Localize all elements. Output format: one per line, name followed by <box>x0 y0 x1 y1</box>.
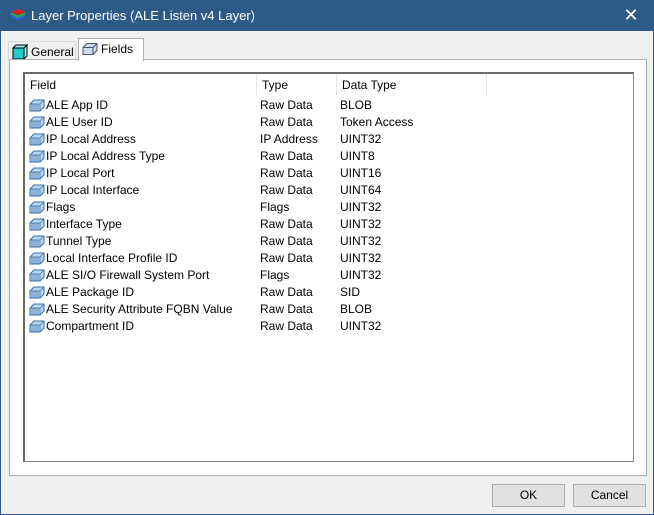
tab-label: General <box>31 45 74 59</box>
field-data-type: UINT8 <box>340 149 375 163</box>
table-row[interactable]: IP Local Interface Raw Data UINT64 <box>25 182 633 199</box>
field-name: ALE SI/O Firewall System Port <box>46 268 210 282</box>
field-type: Flags <box>260 268 290 282</box>
table-row[interactable]: ALE Security Attribute FQBN Value Raw Dat… <box>25 301 633 318</box>
field-type: Raw Data <box>260 217 313 231</box>
field-type: IP Address <box>260 132 318 146</box>
close-button[interactable]: ✕ <box>608 0 654 31</box>
table-row[interactable]: ALE User ID Raw Data Token Access <box>25 114 633 131</box>
cube-icon <box>12 44 28 60</box>
field-name: IP Local Interface <box>46 183 140 197</box>
field-data-type: BLOB <box>340 302 373 316</box>
field-icon <box>29 150 45 163</box>
field-icon <box>82 43 98 55</box>
title-bar: Layer Properties (ALE Listen v4 Layer) ✕ <box>0 0 654 31</box>
field-type: Raw Data <box>260 98 313 112</box>
field-icon <box>29 116 45 129</box>
field-icon <box>29 184 45 197</box>
table-row[interactable]: Interface Type Raw Data UINT32 <box>25 216 633 233</box>
table-row[interactable]: Flags Flags UINT32 <box>25 199 633 216</box>
field-name: Local Interface Profile ID <box>46 251 178 265</box>
field-icon <box>29 218 45 231</box>
field-data-type: UINT32 <box>340 217 382 231</box>
field-data-type: UINT32 <box>340 200 382 214</box>
field-data-type: UINT32 <box>340 132 382 146</box>
field-name: IP Local Address Type <box>46 149 165 163</box>
field-type: Raw Data <box>260 302 313 316</box>
field-type: Raw Data <box>260 251 313 265</box>
table-row[interactable]: ALE Package ID Raw Data SID <box>25 284 633 301</box>
table-row[interactable]: Local Interface Profile ID Raw Data UINT32 <box>25 250 633 267</box>
list-header: Field Type Data Type <box>25 74 633 96</box>
field-icon <box>29 235 45 248</box>
field-name: ALE Security Attribute FQBN Value <box>46 302 233 316</box>
field-icon <box>29 320 45 333</box>
field-icon <box>29 167 45 180</box>
dialog-body: General Fields Field Type Data Type ALE … <box>1 31 653 514</box>
field-type: Raw Data <box>260 183 313 197</box>
field-data-type: BLOB <box>340 98 373 112</box>
field-data-type: UINT32 <box>340 251 382 265</box>
field-name: Tunnel Type <box>46 234 112 248</box>
table-row[interactable]: Compartment ID Raw Data UINT32 <box>25 318 633 335</box>
field-type: Raw Data <box>260 149 313 163</box>
field-icon <box>29 286 45 299</box>
field-name: Compartment ID <box>46 319 135 333</box>
field-data-type: UINT32 <box>340 319 382 333</box>
tab-panel: Field Type Data Type ALE App ID Raw Data B… <box>9 59 647 476</box>
field-type: Raw Data <box>260 319 313 333</box>
layers-icon <box>11 9 25 20</box>
table-row[interactable]: ALE SI/O Firewall System Port Flags UINT32 <box>25 267 633 284</box>
table-row[interactable]: IP Local Port Raw Data UINT16 <box>25 165 633 182</box>
field-icon <box>29 269 45 282</box>
field-type: Raw Data <box>260 285 313 299</box>
field-icon <box>29 201 45 214</box>
tab-fields[interactable]: Fields <box>78 38 144 61</box>
field-name: Interface Type <box>46 217 122 231</box>
field-data-type: SID <box>340 285 361 299</box>
field-icon <box>29 133 45 146</box>
tab-general[interactable]: General <box>8 41 76 61</box>
field-icon <box>29 252 45 265</box>
window-title: Layer Properties (ALE Listen v4 Layer) <box>31 8 255 23</box>
table-row[interactable]: Tunnel Type Raw Data UINT32 <box>25 233 633 250</box>
tab-label: Fields <box>101 42 134 56</box>
field-name: ALE User ID <box>46 115 113 129</box>
field-name: Flags <box>46 200 76 214</box>
field-name: IP Local Address <box>46 132 136 146</box>
cancel-button[interactable]: Cancel <box>573 484 646 507</box>
table-row[interactable]: IP Local Address IP Address UINT32 <box>25 131 633 148</box>
field-name: ALE App ID <box>46 98 109 112</box>
field-type: Raw Data <box>260 115 313 129</box>
field-data-type: Token Access <box>340 115 414 129</box>
field-icon <box>29 99 45 112</box>
field-data-type: UINT64 <box>340 183 382 197</box>
field-data-type: UINT32 <box>340 268 382 282</box>
field-type: Raw Data <box>260 166 313 180</box>
field-data-type: UINT32 <box>340 234 382 248</box>
fields-list[interactable]: Field Type Data Type ALE App ID Raw Data B… <box>23 72 634 462</box>
field-type: Flags <box>260 200 290 214</box>
field-name: ALE Package ID <box>46 285 135 299</box>
column-header-field[interactable]: Field <box>25 74 257 96</box>
field-data-type: UINT16 <box>340 166 382 180</box>
field-name: IP Local Port <box>46 166 115 180</box>
table-row[interactable]: ALE App ID Raw Data BLOB <box>25 97 633 114</box>
column-header-data-type[interactable]: Data Type <box>337 74 487 96</box>
field-icon <box>29 303 45 316</box>
table-row[interactable]: IP Local Address Type Raw Data UINT8 <box>25 148 633 165</box>
column-header-type[interactable]: Type <box>257 74 337 96</box>
field-type: Raw Data <box>260 234 313 248</box>
ok-button[interactable]: OK <box>492 484 565 507</box>
